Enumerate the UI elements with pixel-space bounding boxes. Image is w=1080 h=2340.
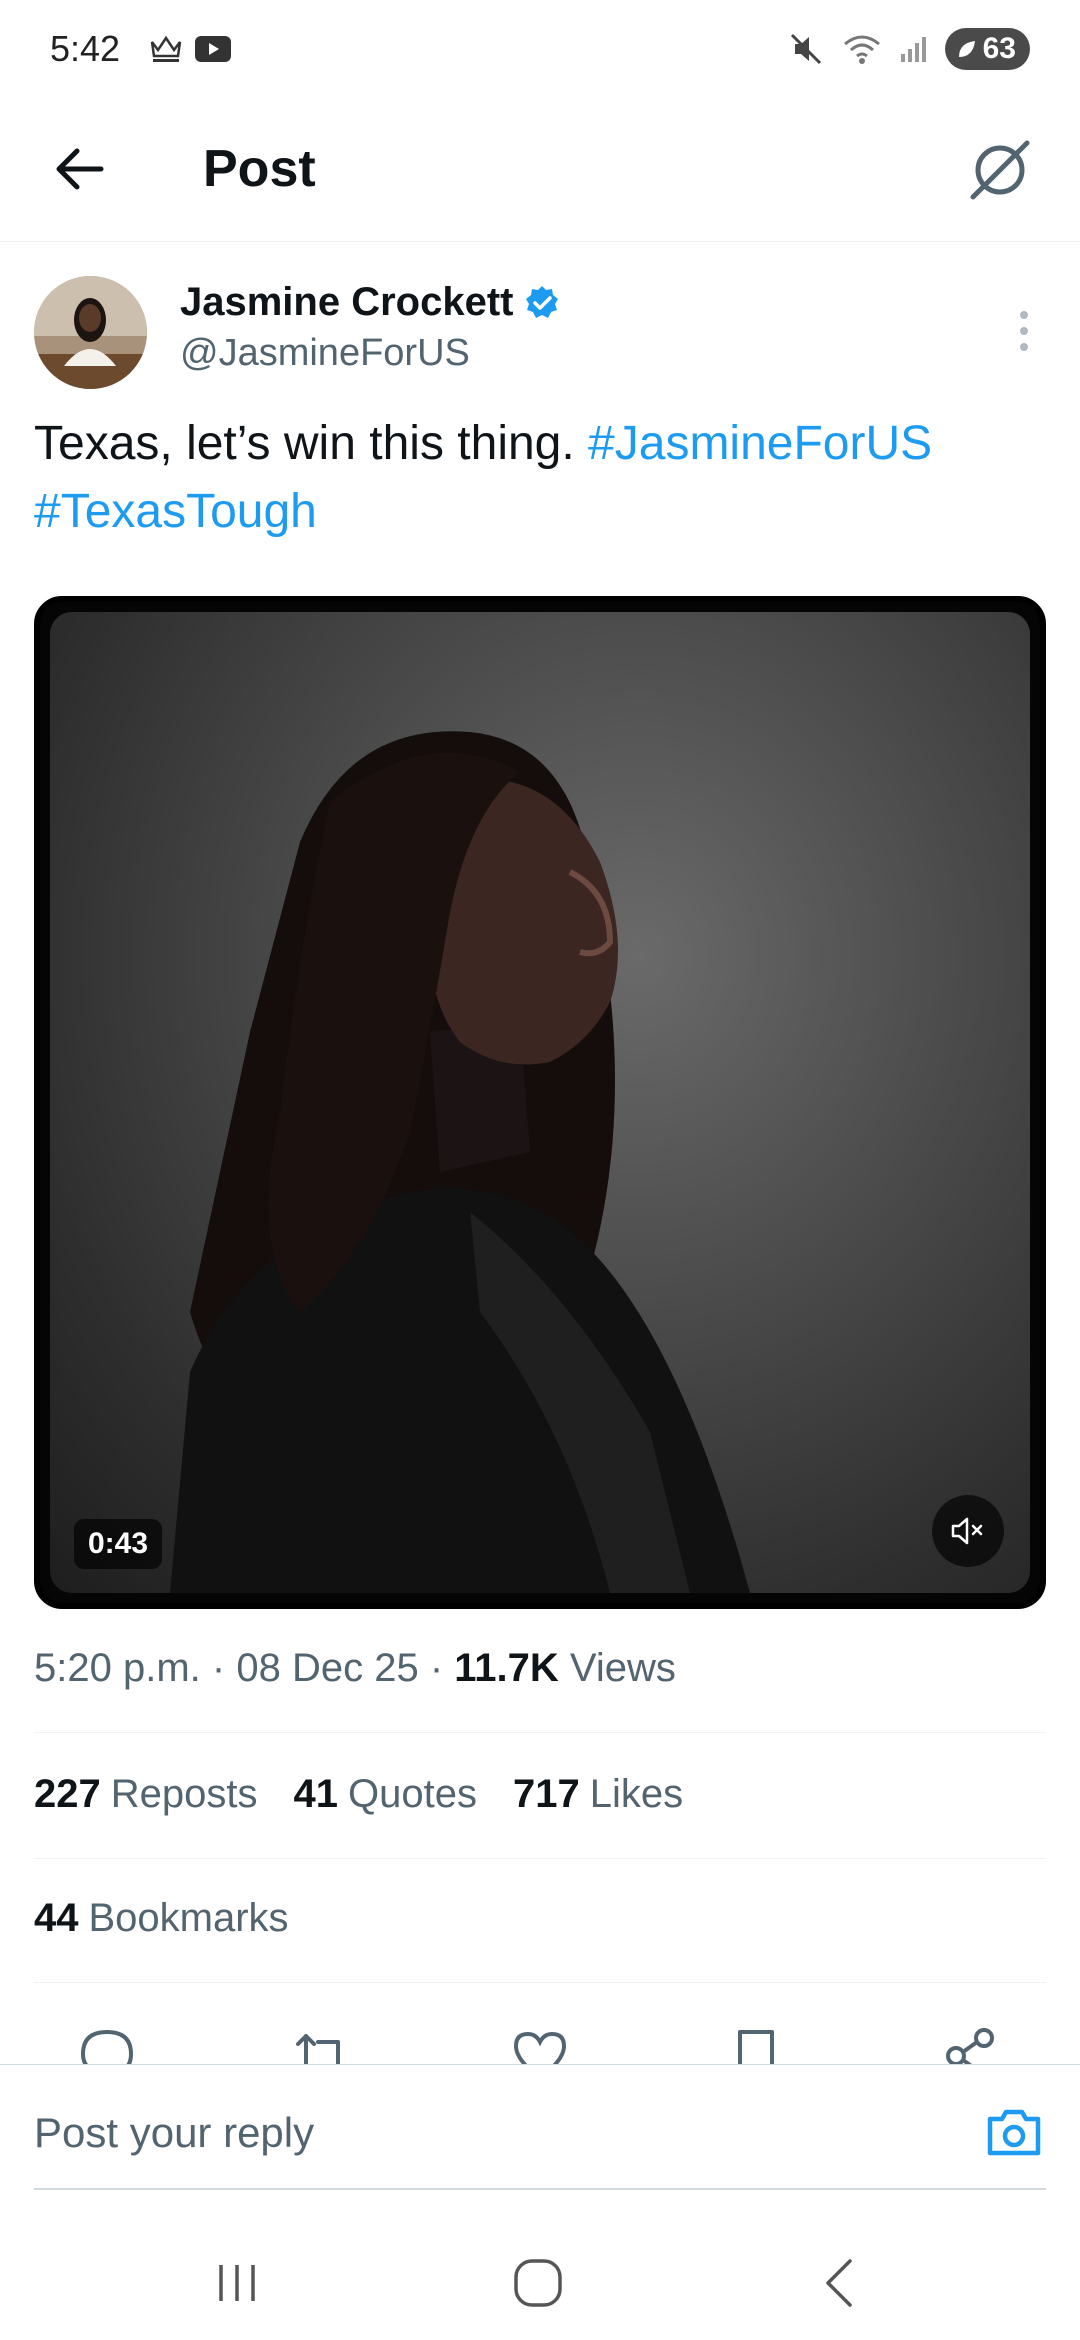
- arrow-left-icon: [56, 148, 104, 190]
- mute-toggle-button[interactable]: [932, 1495, 1004, 1567]
- hashtag-jasmineforus[interactable]: #JasmineForUS: [588, 417, 932, 470]
- battery-level: 63: [982, 32, 1016, 65]
- top-app-bar: Post: [0, 100, 1080, 242]
- back-nav-button[interactable]: [800, 2248, 880, 2318]
- grok-button[interactable]: [958, 128, 1042, 212]
- reposts-stat[interactable]: 227 Reposts: [34, 1772, 258, 1817]
- avatar-image: [34, 276, 147, 389]
- page-title: Post: [203, 140, 316, 198]
- bookmarks-label: Bookmarks: [88, 1896, 289, 1940]
- divider: [34, 1982, 1046, 1983]
- divider: [34, 1732, 1046, 1733]
- likes-count: 717: [512, 1772, 580, 1816]
- divider: [34, 1858, 1046, 1859]
- post-text-plain: Texas, let’s win this thing.: [34, 417, 575, 470]
- more-options-button[interactable]: [1002, 296, 1046, 366]
- views-count: 11.7K: [454, 1646, 559, 1690]
- likes-label: Likes: [589, 1772, 684, 1816]
- post-text: Texas, let’s win this thing. #JasmineFor…: [34, 410, 1044, 546]
- like-button[interactable]: [510, 2026, 570, 2064]
- share-icon: [946, 2028, 994, 2064]
- recent-apps-icon: [219, 2265, 255, 2301]
- battery-saver-icon: [958, 41, 975, 57]
- bookmarks-count: 44: [34, 1896, 79, 1940]
- wifi-icon: [843, 35, 880, 64]
- views-label: Views: [569, 1646, 676, 1690]
- post-author: Jasmine Crockett @JasmineForUS: [34, 276, 1046, 396]
- system-nav-bar: [0, 2210, 1080, 2340]
- more-vertical-icon: [1020, 311, 1028, 351]
- author-name-row[interactable]: Jasmine Crockett: [180, 280, 561, 325]
- bookmarks-stat[interactable]: 44 Bookmarks: [34, 1896, 289, 1941]
- video-thumbnail: [170, 731, 750, 1593]
- reply-button[interactable]: [77, 2026, 137, 2064]
- chevron-left-icon: [826, 2259, 852, 2307]
- status-time: 5:42: [50, 28, 121, 69]
- author-handle[interactable]: @JasmineForUS: [180, 332, 470, 375]
- reply-underline: [34, 2188, 1046, 2190]
- home-icon: [514, 2259, 562, 2307]
- reposts-count: 227: [34, 1772, 101, 1816]
- avatar[interactable]: [34, 276, 147, 389]
- recent-apps-button[interactable]: [197, 2248, 277, 2318]
- camera-button[interactable]: [984, 2103, 1044, 2163]
- battery-indicator: 63: [944, 28, 1030, 70]
- volume-muted-icon: [951, 1517, 983, 1545]
- repost-icon: [296, 2034, 340, 2064]
- video-frame: 0:43: [50, 612, 1030, 1593]
- verified-badge-icon: [526, 285, 559, 318]
- crown-icon: [150, 35, 182, 62]
- reposts-label: Reposts: [110, 1772, 258, 1816]
- youtube-icon: [195, 36, 231, 62]
- grok-icon: [970, 140, 1030, 200]
- hashtag-texastough[interactable]: #TexasTough: [34, 485, 317, 538]
- author-name: Jasmine Crockett: [180, 280, 514, 324]
- status-bar: 5:42 63: [0, 0, 1080, 100]
- engagement-stats: 227 Reposts 41 Quotes 717 Likes: [34, 1772, 683, 1817]
- post-time: 5:20 p.m.: [34, 1646, 201, 1690]
- camera-icon: [987, 2109, 1041, 2156]
- video-player[interactable]: 0:43: [34, 596, 1046, 1609]
- reply-composer: Post your reply: [0, 2064, 1080, 2190]
- quotes-stat[interactable]: 41 Quotes: [294, 1772, 477, 1817]
- likes-stat[interactable]: 717 Likes: [513, 1772, 683, 1817]
- post-date: 08 Dec 25: [236, 1646, 419, 1690]
- post-timestamp-views: 5:20 p.m. · 08 Dec 25 · 11.7K Views: [34, 1646, 676, 1691]
- quotes-label: Quotes: [348, 1772, 477, 1816]
- share-button[interactable]: [940, 2026, 1000, 2064]
- video-duration: 0:43: [74, 1519, 163, 1569]
- mute-icon: [790, 33, 821, 65]
- meta-separator: ·: [211, 1646, 226, 1690]
- back-button[interactable]: [44, 134, 114, 204]
- reply-input[interactable]: Post your reply: [34, 2095, 934, 2171]
- meta-separator: ·: [429, 1646, 444, 1690]
- heart-icon: [513, 2031, 567, 2064]
- bookmark-button[interactable]: [726, 2026, 786, 2064]
- repost-button[interactable]: [292, 2026, 352, 2064]
- post-actions: [0, 2010, 1080, 2064]
- signal-icon: [900, 37, 926, 62]
- quotes-count: 41: [293, 1772, 339, 1816]
- reply-icon: [80, 2029, 134, 2064]
- home-button[interactable]: [498, 2248, 578, 2318]
- status-right: 63: [787, 28, 1030, 70]
- bookmark-icon: [738, 2030, 774, 2064]
- status-left-icons: [148, 34, 232, 64]
